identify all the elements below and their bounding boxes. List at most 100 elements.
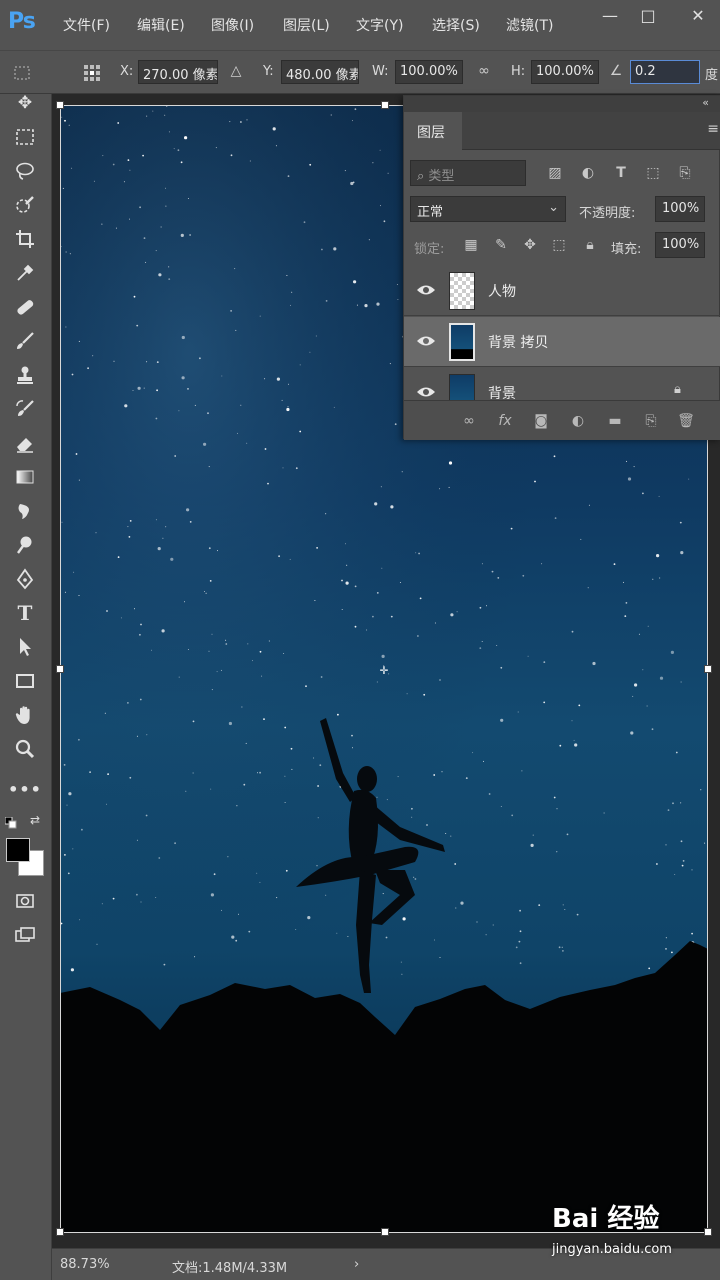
menu-layer[interactable]: 图层(L): [283, 15, 330, 35]
delete-layer-icon[interactable]: 🗑︎: [675, 410, 697, 432]
eye-icon[interactable]: [416, 384, 436, 400]
lock-pixels-icon[interactable]: ✎: [490, 234, 512, 256]
menu-edit[interactable]: 编辑(E): [137, 15, 185, 35]
layer-name[interactable]: 人物: [488, 281, 516, 301]
move-icon[interactable]: ✥: [10, 88, 40, 118]
delta-icon[interactable]: △: [226, 63, 246, 83]
watermark: Bai 经验 jingyan.baidu.com: [552, 1198, 712, 1266]
layer-row-person[interactable]: 人物: [404, 266, 720, 316]
transform-handle-right[interactable]: [704, 665, 712, 673]
reference-point-icon[interactable]: [82, 63, 102, 83]
menu-file[interactable]: 文件(F): [63, 15, 110, 35]
layer-row-background[interactable]: 背景 🔒︎: [404, 368, 720, 400]
filter-shape-icon[interactable]: ⬚: [642, 162, 664, 184]
filter-pixel-icon[interactable]: ▨: [544, 162, 566, 184]
swap-colors-icon[interactable]: ⇄: [30, 813, 44, 827]
add-mask-icon[interactable]: ◙: [530, 410, 552, 432]
crop-icon[interactable]: [10, 224, 40, 254]
brush-icon[interactable]: [10, 326, 40, 356]
quick-select-icon[interactable]: [10, 190, 40, 220]
more-icon[interactable]: •••: [8, 774, 41, 804]
lock-all-icon[interactable]: 🔒︎: [579, 234, 601, 256]
menu-type[interactable]: 文字(Y): [356, 15, 403, 35]
angle-field[interactable]: 0.2: [630, 60, 700, 84]
panel-title-strip[interactable]: «: [404, 96, 720, 112]
fill-field[interactable]: 100%: [655, 232, 705, 258]
layer-thumbnail: [449, 323, 475, 361]
path-select-icon[interactable]: [10, 632, 40, 662]
menu-select[interactable]: 选择(S): [432, 15, 480, 35]
eye-icon[interactable]: [416, 333, 436, 349]
healing-icon[interactable]: [10, 292, 40, 322]
width-field[interactable]: 100.00%: [395, 60, 463, 84]
app-logo: Ps: [8, 9, 36, 34]
menu-filter[interactable]: 滤镜(T): [506, 15, 553, 35]
layer-name[interactable]: 背景 拷贝: [488, 332, 548, 352]
menu-image[interactable]: 图像(I): [211, 15, 254, 35]
blur-icon[interactable]: [10, 496, 40, 526]
eraser-icon[interactable]: [10, 428, 40, 458]
close-button[interactable]: ✕: [686, 6, 710, 26]
pen-icon[interactable]: [10, 564, 40, 594]
link-layers-icon[interactable]: ∞: [458, 410, 480, 432]
layer-style-icon[interactable]: fx: [494, 410, 516, 432]
minimize-button[interactable]: —: [598, 6, 622, 26]
transform-handle-bottom[interactable]: [381, 1228, 389, 1236]
quick-mask-icon[interactable]: [10, 886, 40, 916]
opacity-field[interactable]: 100%: [655, 196, 705, 222]
blend-row: 正常 ⌄ 不透明度: 100%: [404, 194, 720, 226]
lock-position-icon[interactable]: ✥: [519, 234, 541, 256]
reference-point-marker[interactable]: ✛: [376, 662, 392, 678]
new-layer-icon[interactable]: ⎘: [640, 410, 662, 432]
height-field[interactable]: 100.00%: [531, 60, 599, 84]
layers-panel: « 图层 ≡ ⌕ 类型 ▨ ◐ T ⬚ ⎘ 正常 ⌄ 不透明度: 100% 锁定…: [403, 95, 720, 440]
filter-type-icon[interactable]: T: [610, 162, 632, 184]
transform-handle-top-left[interactable]: [56, 101, 64, 109]
link-icon[interactable]: ∞: [474, 63, 494, 83]
zoom-level[interactable]: 88.73%: [60, 1257, 110, 1272]
y-field[interactable]: 480.00 像素: [281, 60, 359, 84]
watermark-url: jingyan.baidu.com: [552, 1242, 672, 1257]
lock-artboard-icon[interactable]: ⬚: [548, 234, 570, 256]
restore-button[interactable]: □: [636, 6, 660, 26]
stamp-icon[interactable]: [10, 360, 40, 390]
layers-panel-footer: ∞ fx ◙ ◐ ▬ ⎘ 🗑︎: [404, 400, 720, 440]
adjustment-layer-icon[interactable]: ◐: [567, 410, 589, 432]
type-icon[interactable]: T: [10, 598, 40, 628]
layer-name[interactable]: 背景: [488, 383, 516, 400]
options-bar: X: 270.00 像素 △ Y: 480.00 像素 W: 100.00% ∞…: [0, 50, 720, 94]
blend-mode-value: 正常: [417, 205, 444, 220]
lock-transparency-icon[interactable]: ▦: [460, 234, 482, 256]
document-size: 文档:1.48M/4.33M: [172, 1261, 288, 1276]
collapse-icon[interactable]: «: [702, 96, 709, 109]
lock-row: 锁定: ▦ ✎ ✥ ⬚ 🔒︎ 填充: 100%: [404, 230, 720, 262]
layer-filter-input[interactable]: ⌕ 类型: [410, 160, 526, 186]
lasso-icon[interactable]: [10, 156, 40, 186]
default-colors-icon[interactable]: [4, 814, 17, 829]
filter-smart-icon[interactable]: ⎘: [674, 162, 696, 184]
transform-handle-bottom-left[interactable]: [56, 1228, 64, 1236]
eye-icon[interactable]: [416, 282, 436, 298]
new-group-icon[interactable]: ▬: [604, 410, 626, 432]
filter-adjustment-icon[interactable]: ◐: [577, 162, 599, 184]
dodge-icon[interactable]: [10, 530, 40, 560]
search-icon: ⌕: [417, 169, 429, 184]
layer-row-background-copy[interactable]: 背景 拷贝: [404, 317, 720, 367]
status-menu-arrow[interactable]: ›: [354, 1257, 359, 1272]
rectangle-icon[interactable]: [10, 666, 40, 696]
transform-handle-left[interactable]: [56, 665, 64, 673]
eyedropper-icon[interactable]: [10, 258, 40, 288]
tab-layers[interactable]: 图层: [404, 112, 462, 150]
screen-mode-icon[interactable]: [10, 920, 40, 950]
x-field[interactable]: 270.00 像素: [138, 60, 218, 84]
history-brush-icon[interactable]: [10, 394, 40, 424]
gradient-icon[interactable]: [10, 462, 40, 492]
panel-menu-icon[interactable]: ≡: [707, 121, 719, 137]
blend-mode-select[interactable]: 正常 ⌄: [410, 196, 566, 222]
foreground-color-swatch[interactable]: [6, 838, 30, 862]
transform-handle-top[interactable]: [381, 101, 389, 109]
hand-icon[interactable]: [10, 700, 40, 730]
y-label: Y:: [263, 64, 274, 79]
marquee-icon[interactable]: [10, 122, 40, 152]
zoom-icon[interactable]: [10, 734, 40, 764]
